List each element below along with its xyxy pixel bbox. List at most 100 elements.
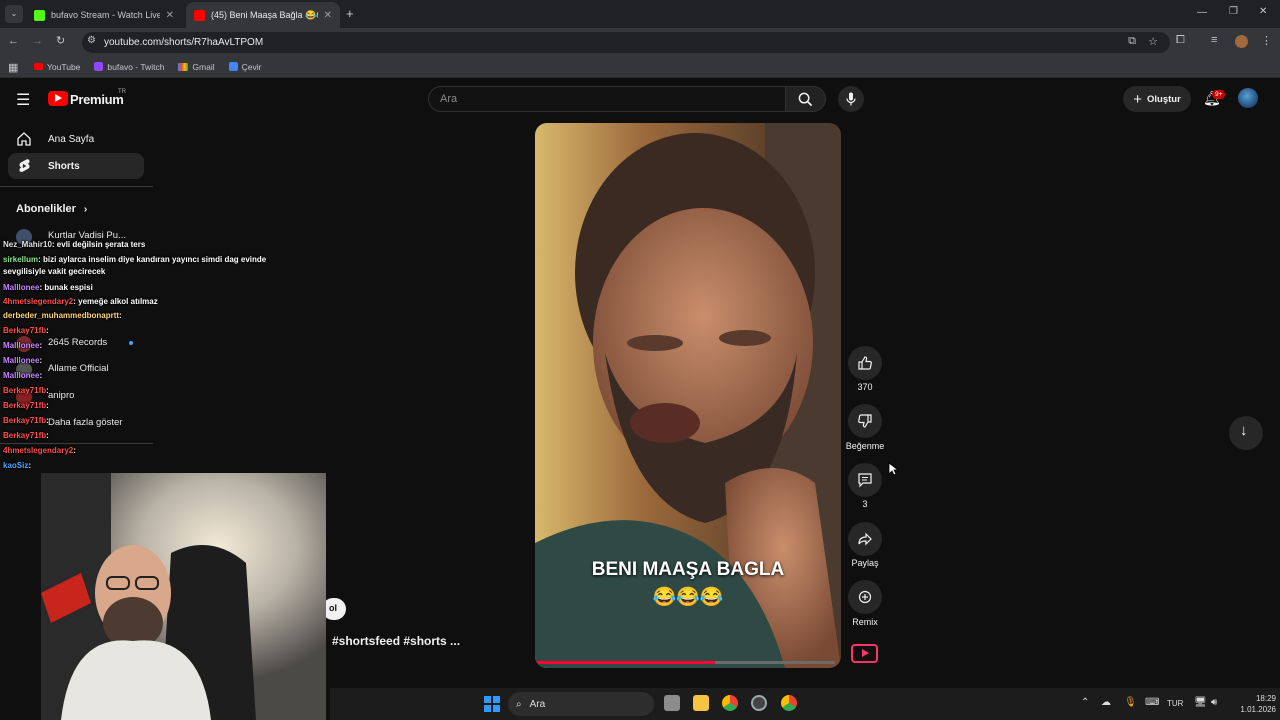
microphone-icon	[846, 92, 856, 106]
chat-text: : bizi aylarca inselim diye kandıran yay…	[38, 255, 267, 264]
close-tab-icon[interactable]: ✕	[166, 10, 174, 21]
address-bar[interactable]: ⚙ youtube.com/shorts/R7haAvLTPOM ⧉ ☆	[82, 32, 1170, 53]
comment-count: 3	[862, 499, 868, 509]
chat-text: :	[119, 311, 122, 320]
subscription-item-allame[interactable]: Allame Official	[48, 363, 109, 374]
clock-date: 1.01.2026	[1240, 705, 1276, 714]
chat-text: :	[73, 446, 76, 455]
chat-text: :	[39, 371, 43, 380]
chrome-icon[interactable]	[722, 695, 738, 711]
bookmark-twitch[interactable]: bufavo - Twitch	[94, 62, 164, 72]
voice-search-button[interactable]	[838, 86, 864, 112]
language-indicator[interactable]: TUR	[1167, 699, 1183, 708]
subscription-item-anipro[interactable]: anipro	[48, 390, 74, 401]
tab-youtube[interactable]: (45) Beni Maaşa Bağla 😂😂😂 ✕	[186, 2, 340, 28]
pivot-button[interactable]	[851, 644, 878, 663]
chat-username: sirkellum	[3, 255, 39, 264]
chat-text: :	[39, 341, 43, 350]
new-tab-icon[interactable]: +	[346, 6, 354, 21]
site-info-icon[interactable]: ⚙	[87, 35, 96, 46]
play-icon	[862, 649, 869, 657]
share-button[interactable]	[848, 522, 882, 556]
tab-title: (45) Beni Maaşa Bağla 😂😂😂	[211, 9, 318, 20]
chat-message: derbeder_muhammedbonaprtt:	[3, 311, 122, 320]
chat-message: Nez_Mahir10: evli değilsin şerata ters	[3, 240, 145, 249]
task-view-icon[interactable]	[664, 695, 680, 711]
bookmark-star-icon[interactable]: ☆	[1148, 35, 1158, 48]
gmail-bookmark-icon	[178, 62, 189, 71]
mouse-cursor-icon	[888, 462, 898, 476]
minimize-icon[interactable]: —	[1197, 7, 1207, 18]
microphone-tray-icon[interactable]: 🎙︎	[1124, 697, 1137, 708]
home-icon	[17, 132, 31, 146]
chat-message: 4hmetslegendary2: yemeğe alkol atılmaz	[3, 297, 158, 306]
chrome-menu-icon[interactable]: ⋮	[1261, 34, 1272, 47]
remix-button[interactable]	[848, 580, 882, 614]
close-window-icon[interactable]: ✕	[1259, 6, 1267, 17]
subscription-item-2645[interactable]: 2645 Records	[48, 337, 107, 348]
windows-start-icon[interactable]	[484, 696, 500, 712]
back-icon[interactable]: ←	[8, 35, 19, 47]
dislike-button[interactable]	[848, 404, 882, 438]
like-button[interactable]	[848, 346, 882, 380]
create-button[interactable]: + Oluştur	[1123, 86, 1191, 112]
dislike-label: Beğenme	[845, 441, 885, 451]
media-control-icon[interactable]: ≡	[1211, 34, 1217, 46]
account-avatar[interactable]	[1238, 88, 1258, 108]
chat-text: :	[46, 431, 49, 440]
bookmark-youtube[interactable]: YouTube	[34, 62, 80, 72]
chat-username: derbeder_muhammedbonaprtt	[3, 311, 120, 320]
forward-icon[interactable]: →	[32, 35, 43, 47]
search-input[interactable]: Ara	[428, 86, 786, 112]
clock-time: 18:29	[1255, 694, 1276, 703]
logo-text[interactable]: Premium	[70, 92, 124, 107]
sidebar-divider	[0, 443, 153, 444]
profile-avatar[interactable]	[1235, 35, 1248, 48]
taskbar-search-label: Ara	[529, 698, 546, 710]
keyboard-icon[interactable]: ⌨	[1145, 697, 1159, 708]
share-label: Paylaş	[851, 558, 879, 568]
chat-username: Malllonee	[3, 356, 40, 365]
cloud-icon[interactable]: ☁	[1101, 697, 1111, 708]
taskbar-search[interactable]: ⌕ Ara	[508, 692, 654, 716]
bookmark-translate[interactable]: Çevir	[228, 62, 261, 72]
tab-search-icon[interactable]: ⌄	[5, 5, 23, 23]
browser-tab-strip: ⌄ bufavo Stream - Watch Live on ✕ (45) B…	[0, 0, 1280, 28]
chat-message: sevgilisiyle vakit gecirecek	[3, 267, 105, 276]
reload-icon[interactable]: ↻	[56, 34, 65, 47]
volume-icon[interactable]: 🔊︎	[1211, 697, 1217, 708]
short-hashtags[interactable]: #shortsfeed #shorts ...	[332, 634, 460, 648]
close-tab-icon[interactable]: ✕	[324, 10, 332, 21]
taskbar-clock[interactable]: 18:29 1.01.2026	[1232, 693, 1276, 715]
chat-text: sevgilisiyle vakit gecirecek	[3, 267, 106, 276]
install-app-icon[interactable]: ⧉	[1128, 35, 1136, 48]
comments-button[interactable]	[848, 463, 882, 497]
sidebar-item-shorts-content: Shorts	[16, 158, 80, 174]
youtube-bookmark-icon	[34, 63, 43, 70]
network-icon[interactable]: 🖥︎	[1194, 697, 1207, 708]
next-short-button[interactable]: ↓	[1229, 416, 1263, 450]
chat-username: 4hmetslegendary2	[3, 297, 74, 306]
short-video-player[interactable]: BENI MAAŞA BAGLA 😂😂😂	[535, 123, 841, 668]
bookmark-gmail[interactable]: Gmail	[178, 62, 215, 72]
arrow-down-icon: ↓	[1240, 422, 1248, 439]
tab-twitch[interactable]: bufavo Stream - Watch Live on ✕	[26, 2, 182, 28]
search-button[interactable]	[786, 86, 826, 112]
chrome-profile-icon[interactable]	[781, 695, 797, 711]
apps-grid-icon[interactable]: ▦	[8, 61, 18, 74]
comment-icon	[858, 473, 872, 488]
hamburger-menu-icon[interactable]: ☰	[16, 90, 30, 110]
file-explorer-icon[interactable]	[693, 695, 709, 711]
chevron-right-icon: ›	[83, 204, 88, 215]
youtube-logo-icon[interactable]	[48, 91, 68, 106]
chat-username: Malllonee	[3, 341, 40, 350]
chat-message: Malllonee:	[3, 356, 42, 365]
tray-chevron-icon[interactable]: ⌃	[1081, 697, 1089, 708]
sidebar-item-home[interactable]: Ana Sayfa	[16, 131, 94, 147]
subscriptions-heading[interactable]: Abonelikler ›	[16, 203, 87, 215]
chat-text: : yemeğe alkol atılmaz	[73, 297, 158, 306]
extensions-icon[interactable]: ⧠	[1176, 34, 1185, 47]
show-more-link[interactable]: Daha fazla göster	[48, 417, 122, 428]
steam-icon[interactable]	[751, 695, 767, 711]
maximize-icon[interactable]: ❐	[1229, 6, 1238, 17]
